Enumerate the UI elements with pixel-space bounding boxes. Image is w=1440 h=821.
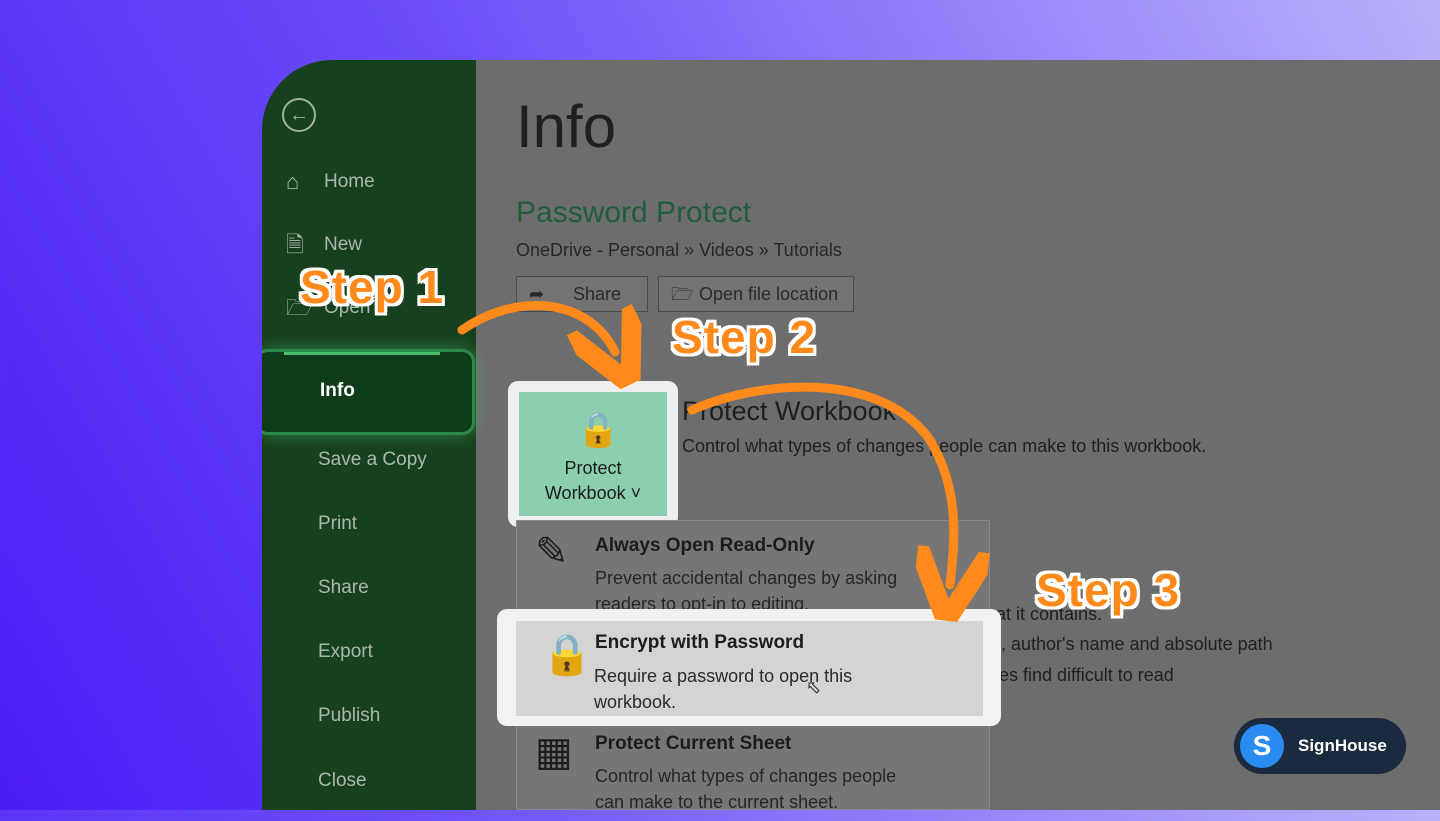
open-file-location-label: Open file location bbox=[699, 284, 839, 304]
new-document-icon: 🗎 bbox=[286, 232, 304, 257]
signhouse-name: SignHouse bbox=[1298, 736, 1387, 755]
share-button[interactable]: ➦ Share bbox=[516, 276, 648, 312]
step2-label: Step 2 bbox=[672, 311, 817, 363]
nav-close[interactable]: Close bbox=[262, 761, 476, 801]
protect-workbook-title: Protect Workbook bbox=[682, 396, 897, 426]
open-file-location-button[interactable]: 🗁 Open file location bbox=[658, 276, 854, 312]
backstage-sidebar: ← ⌂ Home 🗎 New 🗁 Open Info Save a Copy P… bbox=[262, 60, 476, 810]
signhouse-badge: S SignHouse bbox=[1234, 718, 1406, 774]
protect-workbook-button[interactable]: 🔒 Protect Workbook ˅ bbox=[519, 392, 667, 516]
selected-indicator bbox=[284, 352, 440, 355]
nav-print-label: Print bbox=[318, 513, 358, 534]
nav-info-label: Info bbox=[320, 380, 355, 401]
nav-info-selected[interactable]: Info bbox=[262, 352, 472, 432]
nav-publish[interactable]: Publish bbox=[262, 696, 476, 736]
protect-workbook-description: Control what types of changes people can… bbox=[682, 436, 1207, 456]
nav-share[interactable]: Share bbox=[262, 568, 476, 608]
nav-new[interactable]: 🗎 New bbox=[262, 225, 476, 265]
menu-item-always-open-read-only[interactable]: ✎ Always Open Read-Only Prevent accident… bbox=[517, 521, 989, 621]
document-title: Password Protect bbox=[516, 196, 752, 229]
menu-item-heading: Protect Current Sheet bbox=[595, 733, 792, 754]
nav-export-label: Export bbox=[318, 641, 373, 662]
nav-close-label: Close bbox=[318, 770, 367, 791]
nav-new-label: New bbox=[324, 234, 363, 255]
menu-item-heading: Always Open Read-Only bbox=[595, 535, 815, 556]
page-title: Info bbox=[516, 93, 617, 160]
home-icon: ⌂ bbox=[286, 169, 300, 194]
nav-save-a-copy[interactable]: Save a Copy bbox=[262, 440, 476, 480]
menu-item-description: Require a password to open this workbook… bbox=[594, 666, 853, 712]
nav-share-label: Share bbox=[318, 577, 369, 598]
menu-item-encrypt-with-password[interactable]: 🔒 Encrypt with Password Require a passwo… bbox=[516, 621, 983, 716]
protect-workbook-highlight: 🔒 Protect Workbook ˅ bbox=[508, 381, 678, 527]
signhouse-logo: S bbox=[1240, 724, 1284, 768]
encrypt-highlight: 🔒 Encrypt with Password Require a passwo… bbox=[497, 609, 1001, 726]
nav-print[interactable]: Print bbox=[262, 504, 476, 544]
obscured-text: ities find difficult to read bbox=[986, 665, 1174, 685]
nav-export[interactable]: Export bbox=[262, 632, 476, 672]
share-button-label: Share bbox=[573, 284, 622, 304]
back-arrow-icon[interactable]: ← bbox=[282, 98, 316, 132]
menu-item-protect-current-sheet[interactable]: ▦ Protect Current Sheet Control what typ… bbox=[517, 721, 989, 821]
menu-item-heading: Encrypt with Password bbox=[595, 632, 805, 653]
nav-save-a-copy-label: Save a Copy bbox=[318, 449, 427, 470]
nav-home-label: Home bbox=[324, 171, 375, 192]
folder-icon: 🗁 bbox=[671, 284, 694, 304]
menu-item-description: Control what types of changes people can… bbox=[595, 766, 897, 812]
obscured-text: th, author's name and absolute path bbox=[986, 634, 1273, 654]
nav-publish-label: Publish bbox=[318, 705, 381, 726]
share-icon: ➦ bbox=[529, 284, 545, 304]
mouse-cursor-icon: ⬁ bbox=[806, 677, 822, 697]
nav-home[interactable]: ⌂ Home bbox=[262, 162, 476, 202]
protect-workbook-label-line2: Workbook ˅ bbox=[544, 483, 642, 503]
lock-key-icon: 🔒 bbox=[577, 411, 620, 449]
step3-label: Step 3 bbox=[1036, 564, 1181, 616]
protect-workbook-label-line1: Protect bbox=[564, 458, 622, 478]
lock-key-icon: 🔒 bbox=[542, 633, 592, 677]
breadcrumb: OneDrive - Personal » Videos » Tutorials bbox=[516, 240, 842, 260]
pencil-prohibited-icon: ✎ bbox=[535, 530, 569, 574]
sheet-lock-icon: ▦ bbox=[535, 730, 573, 774]
step1-label: Step 1 bbox=[300, 261, 445, 313]
